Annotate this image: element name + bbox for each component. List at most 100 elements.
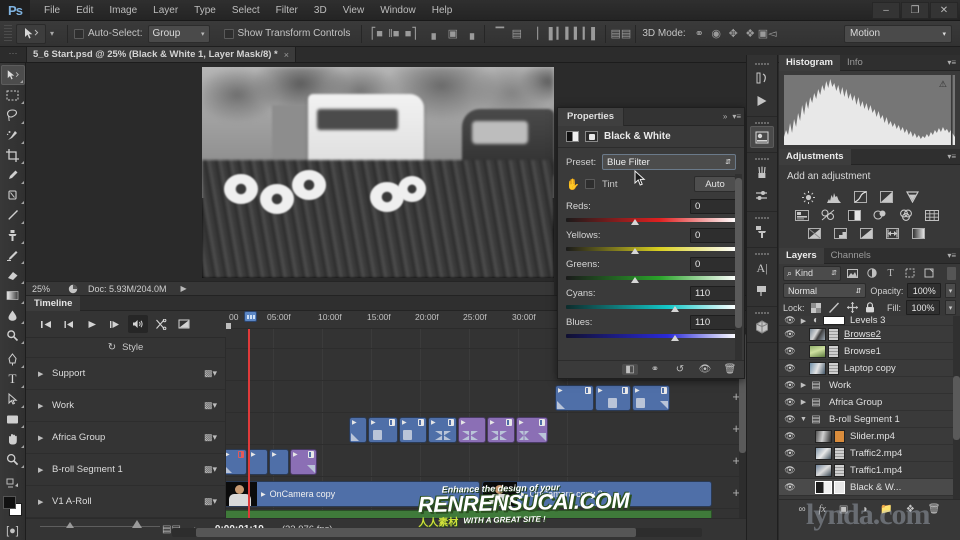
- zoom-level[interactable]: 25%: [32, 284, 66, 294]
- move-tool[interactable]: [0, 65, 25, 85]
- channel-value[interactable]: 0: [690, 199, 736, 214]
- filter-adjustment-layers-icon[interactable]: [864, 266, 879, 281]
- properties-icon[interactable]: [750, 126, 774, 148]
- playhead-marker[interactable]: [244, 311, 257, 322]
- posterize-icon[interactable]: [827, 224, 853, 242]
- link-layers-icon[interactable]: ∞: [799, 504, 806, 515]
- lock-transparent-pixels-icon[interactable]: [810, 301, 823, 314]
- layer-filter-kind-dropdown[interactable]: ⌕ Kind ⇵: [783, 265, 841, 281]
- threshold-icon[interactable]: [853, 224, 879, 242]
- tab-channels[interactable]: Channels: [824, 248, 878, 264]
- timeline-clip[interactable]: ▶: [516, 417, 548, 443]
- clip-keyframe-marker[interactable]: [608, 398, 617, 408]
- exposure-icon[interactable]: [873, 188, 899, 206]
- layer-name[interactable]: Traffic2.mp4: [850, 448, 902, 459]
- clip-transition-icon[interactable]: [622, 387, 628, 394]
- eye-icon[interactable]: 👁: [782, 482, 798, 493]
- clip-keyframe-marker[interactable]: [403, 430, 412, 440]
- clip-keyframe-marker[interactable]: [373, 430, 382, 440]
- timeline-clip[interactable]: ▶: [632, 385, 670, 411]
- fill-value[interactable]: 100%: [906, 300, 940, 315]
- fill-stepper[interactable]: ▾: [945, 300, 956, 315]
- timeline-video-clip[interactable]: ▶ OnCamera copy: [226, 481, 480, 507]
- new-group-icon[interactable]: 📁: [880, 504, 892, 515]
- distribute-horizontal-centers-icon[interactable]: ▍▍: [565, 26, 582, 42]
- menu-filter[interactable]: Filter: [268, 0, 306, 21]
- channel-slider[interactable]: [566, 273, 736, 283]
- curves-icon[interactable]: [847, 188, 873, 206]
- timeline-zoom-slider[interactable]: [40, 520, 160, 530]
- paragraph-icon[interactable]: [750, 280, 774, 302]
- dodge-tool[interactable]: [1, 325, 25, 345]
- chevron-right-icon[interactable]: ▶: [38, 466, 52, 474]
- tab-info[interactable]: Info: [840, 55, 870, 71]
- invert-icon[interactable]: [801, 224, 827, 242]
- layer-name[interactable]: Browse1: [844, 346, 881, 357]
- path-selection-tool[interactable]: [1, 389, 25, 409]
- table-row[interactable]: 👁 Slider.mp4: [779, 428, 960, 445]
- video-track-icon[interactable]: [834, 446, 845, 460]
- layer-thumbnail[interactable]: [815, 463, 832, 477]
- panel-menu-icon[interactable]: ▾≡: [947, 251, 956, 260]
- clip-fade-handle[interactable]: [351, 433, 359, 441]
- on-image-adjustment-icon[interactable]: ✋: [566, 178, 580, 191]
- channel-mixer-icon[interactable]: [893, 206, 919, 224]
- eye-icon[interactable]: 👁: [782, 465, 798, 476]
- tab-properties[interactable]: Properties: [558, 107, 624, 126]
- auto-select-scope-dropdown[interactable]: Group ▾: [147, 24, 210, 43]
- table-row[interactable]: 👁 Black & W...: [779, 479, 960, 496]
- eye-icon[interactable]: 👁: [782, 329, 798, 340]
- timeline-track-v1-a-roll[interactable]: + ▶ OnCamera copy ▶ OnCamera copy 3: [226, 477, 746, 509]
- brightness-contrast-icon[interactable]: [795, 188, 821, 206]
- close-button[interactable]: ✕: [930, 2, 958, 19]
- quick-selection-tool[interactable]: [1, 125, 25, 145]
- canvas-area[interactable]: [26, 63, 554, 295]
- crop-tool[interactable]: [1, 145, 25, 165]
- 3d-icon[interactable]: [750, 316, 774, 338]
- auto-button[interactable]: Auto: [694, 176, 736, 192]
- color-lookup-icon[interactable]: [919, 206, 945, 224]
- audio-clip[interactable]: [226, 510, 712, 518]
- layer-name[interactable]: B-roll Segment 1: [829, 414, 900, 425]
- scale-3d-object-icon[interactable]: ▣◅: [758, 26, 777, 42]
- video-track-icon[interactable]: [834, 429, 845, 443]
- go-to-first-frame-button[interactable]: [36, 315, 56, 333]
- layer-name[interactable]: Traffic1.mp4: [850, 465, 902, 476]
- filter-shape-layers-icon[interactable]: [902, 266, 917, 281]
- layer-name[interactable]: Work: [829, 380, 851, 391]
- table-row[interactable]: 👁 Laptop copy: [779, 360, 960, 377]
- layer-name[interactable]: Browse2: [844, 329, 881, 340]
- timeline-clip[interactable]: ▶: [290, 449, 317, 475]
- actions-icon[interactable]: [750, 90, 774, 112]
- eye-icon[interactable]: 👁: [782, 431, 798, 442]
- history-brush-tool[interactable]: [1, 245, 25, 265]
- delete-layer-icon[interactable]: 🗑: [928, 504, 941, 515]
- video-track-icon[interactable]: [828, 344, 839, 358]
- clip-transition-bowtie[interactable]: [462, 431, 478, 440]
- eraser-tool[interactable]: [1, 265, 25, 285]
- track-name-b-roll-segment-1[interactable]: ▶ B-roll Segment 1 ▩▾: [26, 454, 225, 486]
- table-row[interactable]: 👁 ▶ ◐ Levels 3: [779, 316, 960, 326]
- eye-icon[interactable]: 👁: [782, 363, 798, 374]
- transition-button[interactable]: [174, 315, 194, 333]
- menu-help[interactable]: Help: [424, 0, 461, 21]
- channel-slider[interactable]: [566, 215, 736, 225]
- align-vertical-centers-icon[interactable]: ▣: [445, 26, 460, 42]
- document-canvas[interactable]: [202, 67, 554, 278]
- slide-3d-object-icon[interactable]: ❖: [743, 26, 758, 42]
- blend-mode-dropdown[interactable]: Normal ⇵: [783, 283, 867, 298]
- layer-thumbnail[interactable]: [809, 327, 826, 341]
- table-row[interactable]: 👁 ▼ ▤ B-roll Segment 1: [779, 411, 960, 428]
- next-frame-button[interactable]: [105, 315, 125, 333]
- chevron-right-icon[interactable]: ▶: [38, 370, 52, 378]
- drag-3d-object-icon[interactable]: ✥: [726, 26, 741, 42]
- clip-transition-icon[interactable]: [539, 419, 545, 426]
- table-row[interactable]: 👁 ▶ ▤ Work: [779, 377, 960, 394]
- layer-mask-thumbnail[interactable]: [834, 480, 845, 494]
- new-fill-adjustment-layer-icon[interactable]: ◑: [861, 504, 867, 515]
- chevron-right-icon[interactable]: ▶: [798, 398, 809, 406]
- menu-view[interactable]: View: [335, 0, 373, 21]
- workspace-switcher[interactable]: Motion ▾: [844, 24, 952, 43]
- clip-transition-icon[interactable]: [238, 451, 244, 458]
- filter-type-layers-icon[interactable]: T: [883, 266, 898, 281]
